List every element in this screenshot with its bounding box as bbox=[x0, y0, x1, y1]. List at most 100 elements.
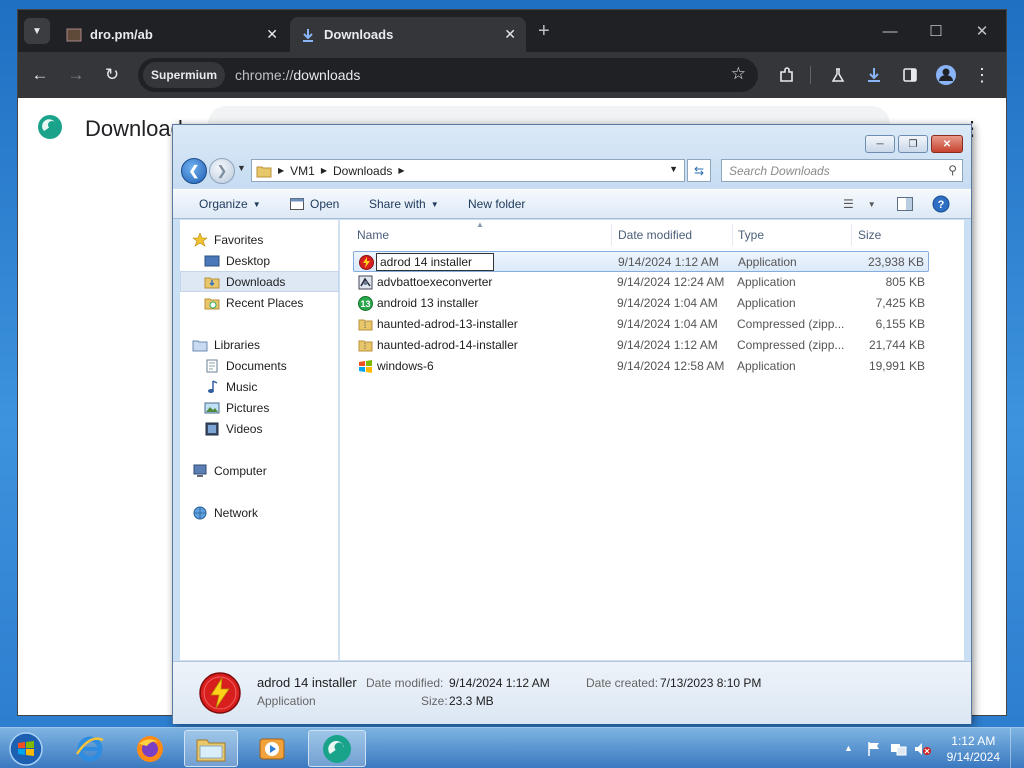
column-divider[interactable] bbox=[851, 224, 852, 246]
show-hidden-icons-icon[interactable]: ▲ bbox=[844, 743, 853, 753]
close-icon[interactable]: ✕ bbox=[504, 26, 516, 43]
file-row[interactable]: 13 android 13 installer 9/14/2024 1:04 A… bbox=[353, 293, 929, 314]
nav-pictures[interactable]: Pictures bbox=[180, 397, 339, 418]
start-button[interactable] bbox=[4, 730, 48, 767]
share-with-button[interactable]: Share with ▼ bbox=[369, 197, 439, 211]
file-row[interactable]: advbattoexeconverter 9/14/2024 12:24 AM … bbox=[353, 272, 929, 293]
restore-icon[interactable]: ❐ bbox=[898, 135, 928, 153]
tab-strip: ▼ dro.pm/ab ✕ Downloads ✕ + — ☐ ✕ bbox=[18, 10, 1006, 52]
url-text[interactable]: chrome://downloads bbox=[235, 67, 360, 83]
forward-arrow-icon[interactable]: ❯ bbox=[209, 158, 235, 184]
nav-label: Pictures bbox=[226, 400, 270, 415]
refresh-icon[interactable]: ⇆ bbox=[687, 159, 711, 182]
explorer-address-bar[interactable]: ▶ VM1 ▶ Downloads ▶ ▼ bbox=[251, 159, 685, 182]
nav-videos[interactable]: Videos bbox=[180, 418, 339, 439]
details-pane: adrod 14 installer Application Date modi… bbox=[173, 661, 971, 724]
explorer-titlebar: ─ ❐ ✕ ❮ ❯ ▼ ▶ VM1 ▶ Downloads ▶ ▼ ⇆ Sear… bbox=[173, 125, 971, 189]
nav-libraries[interactable]: Libraries bbox=[180, 334, 339, 355]
kebab-menu-icon[interactable]: ⋮ bbox=[968, 61, 996, 89]
new-tab-button[interactable]: + bbox=[538, 20, 550, 43]
minimize-icon[interactable]: ─ bbox=[865, 135, 895, 153]
labs-flask-icon[interactable] bbox=[824, 61, 852, 89]
svg-text:?: ? bbox=[938, 199, 945, 211]
breadcrumb-separator-icon[interactable]: ▶ bbox=[278, 166, 284, 175]
nav-label: Favorites bbox=[214, 232, 264, 247]
nav-label: Desktop bbox=[226, 253, 271, 268]
column-header-name[interactable]: Name bbox=[357, 228, 389, 242]
nav-desktop[interactable]: Desktop bbox=[180, 250, 339, 271]
bookmark-star-icon[interactable]: ☆ bbox=[731, 64, 746, 84]
minimize-icon[interactable]: — bbox=[868, 18, 912, 44]
forward-arrow-icon[interactable]: → bbox=[62, 61, 90, 89]
reload-icon[interactable]: ↻ bbox=[98, 61, 126, 89]
file-row[interactable]: 9/14/2024 1:12 AM Application 23,938 KB bbox=[353, 251, 929, 272]
details-date-modified-label: Date modified: bbox=[366, 676, 444, 690]
explorer-search-input[interactable]: Search Downloads ⚲ bbox=[721, 159, 963, 182]
breadcrumb-separator-icon[interactable]: ▶ bbox=[321, 166, 327, 175]
breadcrumb-downloads[interactable]: Downloads bbox=[333, 164, 392, 178]
back-arrow-icon[interactable]: ❮ bbox=[181, 158, 207, 184]
profile-avatar-icon[interactable] bbox=[932, 61, 960, 89]
address-bar[interactable]: Supermium chrome://downloads ☆ bbox=[138, 58, 758, 92]
column-divider[interactable] bbox=[732, 224, 733, 246]
nav-recent-places[interactable]: Recent Places bbox=[180, 292, 339, 313]
file-row[interactable]: haunted-adrod-14-installer 9/14/2024 1:1… bbox=[353, 335, 929, 356]
column-header-date[interactable]: Date modified bbox=[618, 228, 692, 242]
file-row[interactable]: haunted-adrod-13-installer 9/14/2024 1:0… bbox=[353, 314, 929, 335]
computer-icon bbox=[192, 464, 208, 478]
column-header-type[interactable]: Type bbox=[738, 228, 764, 242]
nav-favorites[interactable]: Favorites bbox=[180, 229, 339, 250]
zip-folder-icon bbox=[358, 338, 373, 353]
show-desktop-button[interactable] bbox=[1010, 728, 1024, 768]
preview-pane-icon[interactable] bbox=[897, 197, 913, 211]
open-button[interactable]: Open bbox=[290, 197, 339, 211]
change-view-icon[interactable]: ☰ ▼ bbox=[843, 197, 876, 211]
network-status-icon[interactable] bbox=[890, 741, 908, 760]
recent-pages-dropdown-icon[interactable]: ▼ bbox=[237, 163, 246, 173]
column-header-size[interactable]: Size bbox=[858, 228, 881, 242]
profile-chip[interactable]: Supermium bbox=[143, 62, 226, 88]
address-dropdown-icon[interactable]: ▼ bbox=[669, 164, 678, 174]
file-type: Application bbox=[737, 275, 796, 289]
supermium-taskbar-icon[interactable] bbox=[308, 730, 366, 767]
organize-button[interactable]: Organize ▼ bbox=[199, 197, 261, 211]
extensions-icon[interactable] bbox=[772, 61, 800, 89]
nav-network[interactable]: Network bbox=[180, 502, 339, 523]
file-row[interactable]: windows-6 9/14/2024 12:58 AM Application… bbox=[353, 356, 929, 377]
new-folder-button[interactable]: New folder bbox=[468, 197, 525, 211]
explorer-taskbar-icon[interactable] bbox=[184, 730, 238, 767]
rename-input[interactable] bbox=[376, 253, 494, 271]
internet-explorer-icon[interactable] bbox=[66, 730, 114, 767]
tab-downloads[interactable]: Downloads ✕ bbox=[290, 17, 526, 52]
file-date: 9/14/2024 1:04 AM bbox=[617, 317, 718, 331]
file-date: 9/14/2024 1:12 AM bbox=[618, 255, 719, 269]
taskbar: ▲ 1:12 AM 9/14/2024 bbox=[0, 727, 1024, 768]
help-icon[interactable]: ? bbox=[932, 195, 950, 213]
volume-muted-icon[interactable] bbox=[914, 741, 932, 760]
close-window-icon[interactable]: ✕ bbox=[960, 18, 1004, 44]
nav-music[interactable]: Music bbox=[180, 376, 339, 397]
breadcrumb-separator-icon[interactable]: ▶ bbox=[398, 166, 404, 175]
system-clock[interactable]: 1:12 AM 9/14/2024 bbox=[947, 733, 1000, 765]
tab-search-button[interactable]: ▼ bbox=[24, 18, 50, 44]
column-divider[interactable] bbox=[611, 224, 612, 246]
close-icon[interactable]: ✕ bbox=[931, 135, 963, 153]
tab-dro-pm[interactable]: dro.pm/ab ✕ bbox=[56, 17, 288, 52]
file-name: android 13 installer bbox=[377, 296, 479, 310]
side-panel-icon[interactable] bbox=[896, 61, 924, 89]
page-favicon-icon bbox=[66, 27, 82, 43]
action-center-flag-icon[interactable] bbox=[866, 741, 882, 760]
converter-app-icon bbox=[358, 275, 373, 290]
close-icon[interactable]: ✕ bbox=[266, 26, 278, 43]
downloads-toolbar-icon[interactable] bbox=[860, 61, 888, 89]
nav-documents[interactable]: Documents bbox=[180, 355, 339, 376]
nav-computer[interactable]: Computer bbox=[180, 460, 339, 481]
details-file-type: Application bbox=[257, 694, 316, 708]
firefox-icon[interactable] bbox=[126, 730, 174, 767]
organize-label: Organize bbox=[199, 197, 248, 211]
media-player-icon[interactable] bbox=[248, 730, 296, 767]
breadcrumb-vm1[interactable]: VM1 bbox=[290, 164, 315, 178]
nav-downloads[interactable]: Downloads bbox=[180, 271, 339, 292]
back-arrow-icon[interactable]: ← bbox=[26, 61, 54, 89]
maximize-icon[interactable]: ☐ bbox=[914, 18, 958, 44]
